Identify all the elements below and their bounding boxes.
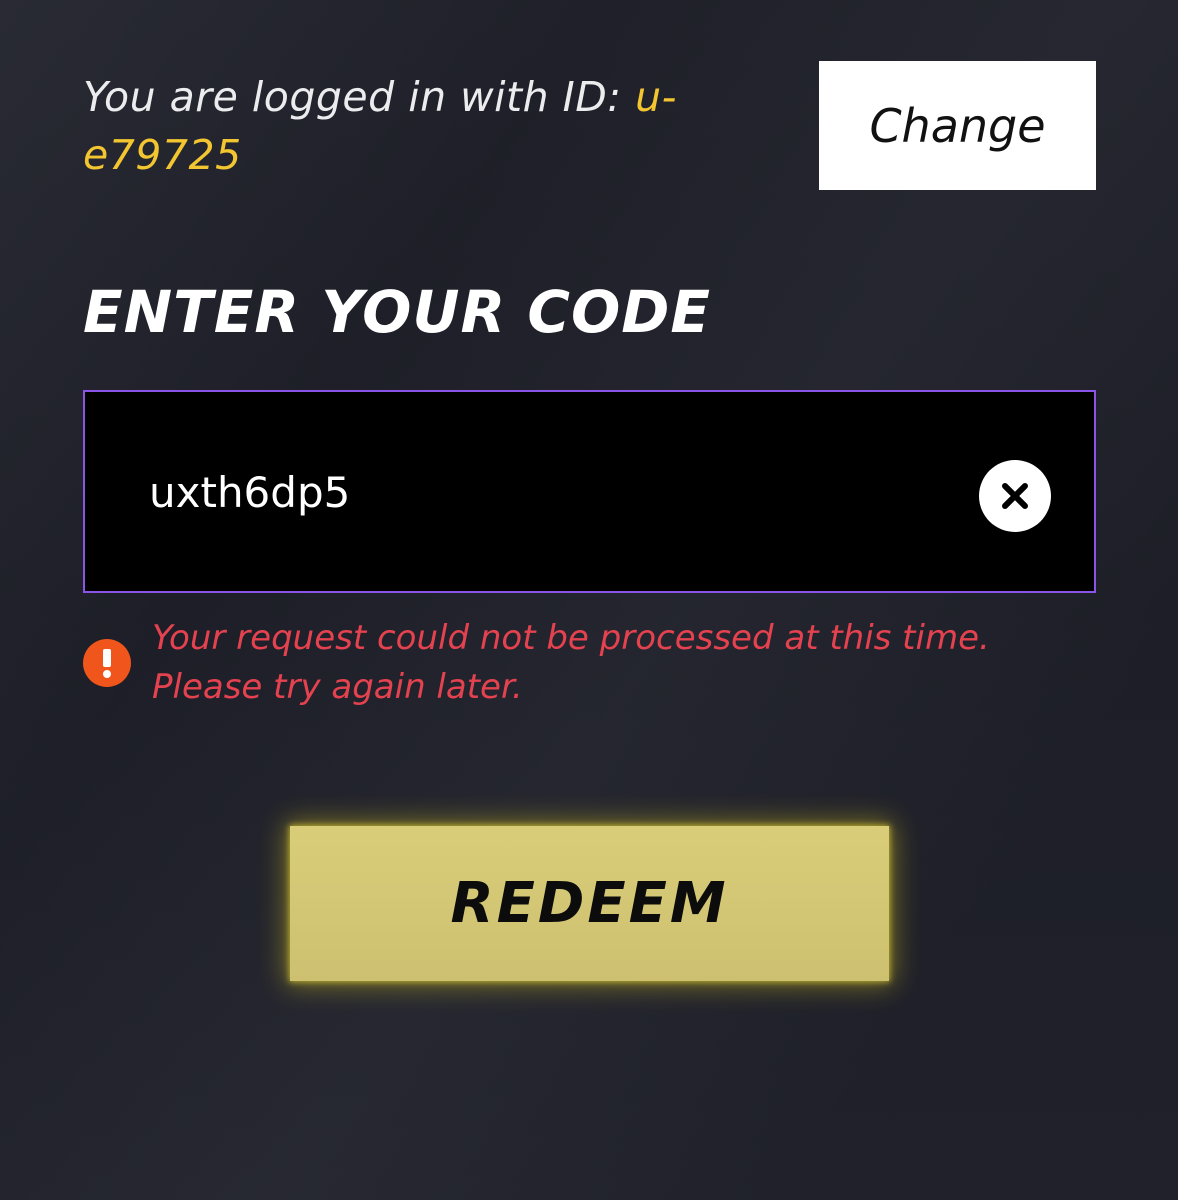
exclamation-mark [103,649,111,678]
close-icon [1002,483,1028,509]
exclamation-circle-icon [83,639,131,687]
login-status: You are logged in with ID: u-e79725 [83,68,743,184]
code-input[interactable] [149,460,949,524]
change-account-button[interactable]: Change [819,61,1096,190]
code-field [83,390,1096,593]
redeem-button[interactable]: REDEEM [290,826,889,981]
login-status-prefix: You are logged in with ID: [83,73,636,121]
clear-code-button[interactable] [979,460,1051,532]
redeem-page: You are logged in with ID: u-e79725 Chan… [0,0,1178,1200]
enter-code-heading: ENTER YOUR CODE [83,278,712,346]
error-message: Your request could not be processed at t… [152,618,990,707]
